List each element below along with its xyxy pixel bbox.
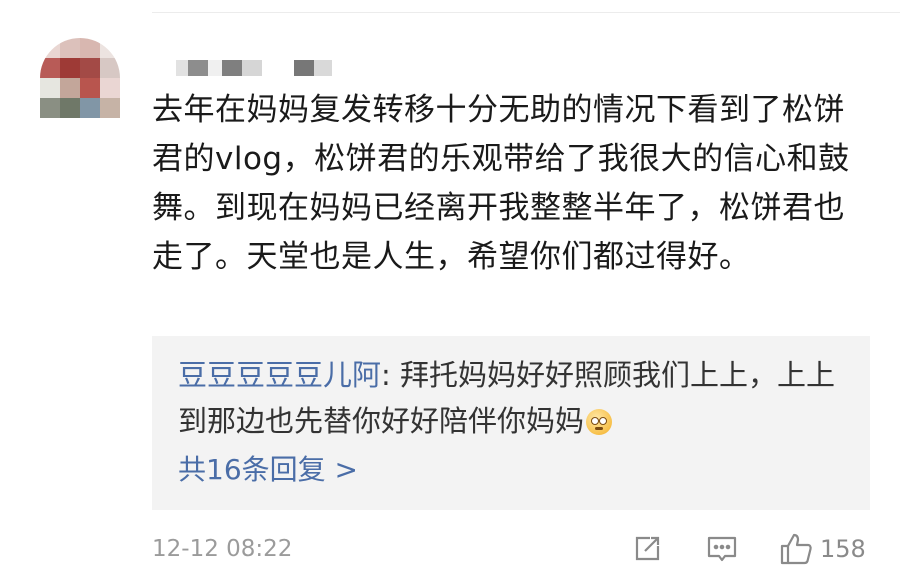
reply-box[interactable]: 豆豆豆豆豆儿阿: 拜托妈妈好好照顾我们上上，上上到那边也先替你好好陪伴你妈妈 共… xyxy=(152,336,870,510)
username-redacted[interactable] xyxy=(176,60,332,76)
comment-text: 去年在妈妈复发转移十分无助的情况下看到了松饼君的vlog，松饼君的乐观带给了我很… xyxy=(152,92,850,275)
reply-author[interactable]: 豆豆豆豆豆儿阿 xyxy=(178,358,381,392)
thumbs-up-icon xyxy=(780,533,812,565)
like-button[interactable]: 158 xyxy=(778,530,866,568)
avatar[interactable] xyxy=(40,38,120,128)
timestamp: 12-12 08:22 xyxy=(152,536,293,562)
like-count: 158 xyxy=(820,535,866,563)
flushed-face-emoji-icon xyxy=(586,409,613,435)
more-replies-link[interactable]: 共16条回复 > xyxy=(178,450,358,490)
comment-button[interactable] xyxy=(704,530,740,568)
share-button[interactable] xyxy=(630,530,664,568)
share-icon xyxy=(635,536,660,561)
comment-icon xyxy=(707,536,737,562)
reply-separator: : xyxy=(381,358,401,392)
reply-line: 豆豆豆豆豆儿阿: 拜托妈妈好好照顾我们上上，上上到那边也先替你好好陪伴你妈妈 xyxy=(178,352,848,444)
top-divider xyxy=(152,12,900,13)
